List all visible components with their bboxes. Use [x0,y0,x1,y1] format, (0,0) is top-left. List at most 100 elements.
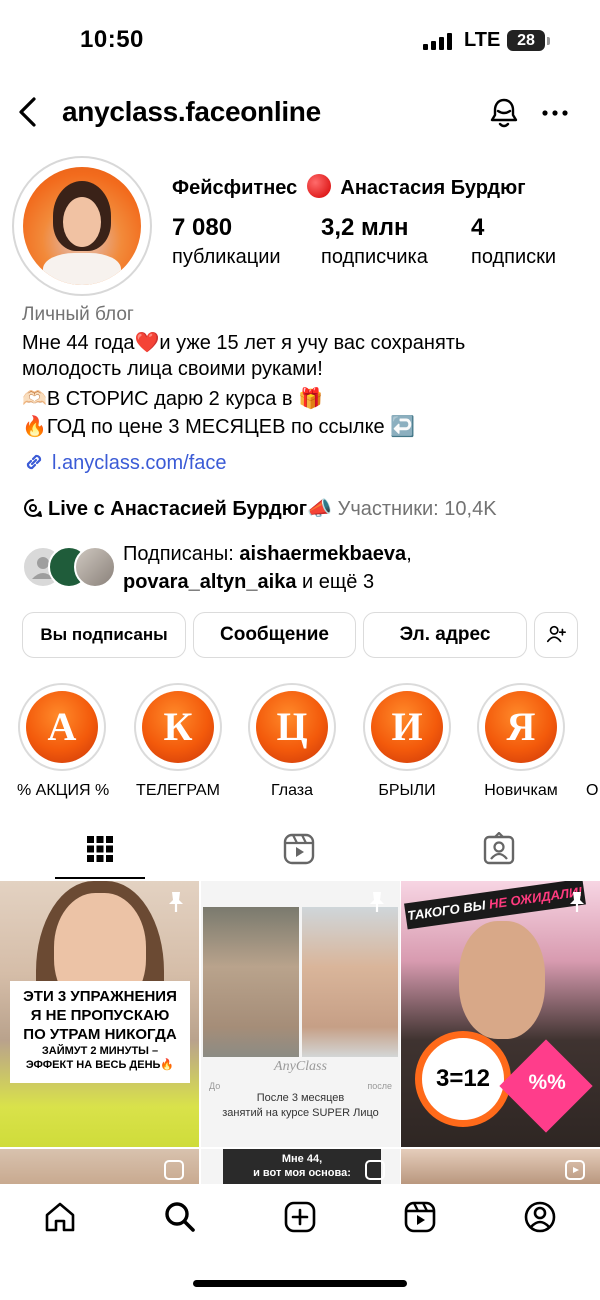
followed-by-user-2[interactable]: povara_altyn_aika [123,571,296,593]
highlight-label: Новичкам [484,782,558,799]
highlight-jowls[interactable]: И БРЫЛИ [362,683,452,800]
highlight-label: Глаза [270,782,314,799]
post-text-line: и вот моя основа: [253,1167,351,1179]
post-text-card: ЭТИ 3 УПРАЖНЕНИЯ Я НЕ ПРОПУСКАЮ ПО УТРАМ… [10,981,190,1083]
profile-username: anyclass.faceonline [62,96,321,127]
profile-tabs [0,826,600,880]
search-icon[interactable] [163,1200,197,1234]
post-equation: 3=12 [415,1031,511,1127]
followed-by-user-1[interactable]: aishaermekbaeva [239,543,406,565]
stat-followers-value: 3,2 млн [321,214,409,241]
active-tab-indicator [55,877,145,879]
bio-line-1: Мне 44 года❤️и уже 15 лет я учу вас сохр… [22,332,466,354]
reels-tab-icon[interactable] [282,832,316,866]
highlight-ring: Ц [248,683,336,771]
stat-following-value: 4 [471,214,485,241]
post-banner-text: ТАКОГО ВЫ [406,896,491,924]
mutual-avatar-3 [74,546,116,588]
tagged-icon[interactable] [482,832,516,866]
post-brand: AnyClass [274,1059,327,1074]
notification-bell-icon[interactable] [487,96,521,130]
highlight-cover: Ц [256,691,328,763]
post-text-card: Мне 44, и вот моя основа: [223,1149,381,1184]
highlight-beginners[interactable]: Я Новичкам [476,683,566,800]
status-time: 10:50 [80,26,144,53]
highlight-ring: К [134,683,222,771]
pin-icon [570,892,584,912]
back-icon[interactable] [14,94,44,130]
email-button[interactable]: Эл. адрес [363,612,527,658]
before-photo [203,907,299,1057]
post-tile[interactable]: AnyClass До после После 3 месяцев заняти… [201,881,400,1147]
profile-bio: Личный блог Мне 44 года❤️и уже 15 лет я … [22,304,582,442]
profile-name-part2: Анастасия Бурдюг [340,177,526,199]
bio-category: Личный блог [22,304,134,325]
post-text-line: ЗАЙМУТ 2 МИНУТЫ – [41,1045,159,1057]
highlight-cover: И [371,691,443,763]
reels-icon[interactable] [403,1200,437,1234]
stat-posts-value: 7 080 [172,214,233,241]
highlight-label: БРЫЛИ [378,782,436,799]
stat-posts[interactable]: 7 080 публикации [172,214,281,269]
add-person-button[interactable] [534,612,578,658]
home-icon[interactable] [43,1200,77,1234]
post-text-line: ЭТИ 3 УПРАЖНЕНИЯ [23,988,177,1005]
pin-icon [169,892,183,912]
live-broadcast-row[interactable]: Live с Анастасией Бурдюг📣 Участники: 10,… [22,496,497,521]
post-tile[interactable] [0,1149,199,1184]
avatar-photo [23,167,141,285]
highlight-telegram[interactable]: К ТЕЛЕГРАМ [133,683,223,800]
bottom-navigation [0,1184,600,1254]
post-tile[interactable] [401,1149,600,1184]
profile-icon[interactable] [523,1200,557,1234]
profile-avatar[interactable] [12,156,152,296]
reels-icon [164,1160,184,1180]
highlight-sale[interactable]: А % АКЦИЯ % [17,683,110,800]
after-label: после [367,1081,392,1091]
post-tile[interactable]: ТАКОГО ВЫ НЕ ОЖИДАЛИ! 3=12 %% [401,881,600,1147]
highlight-cover: К [142,691,214,763]
bio-link[interactable]: l.anyclass.com/face [22,450,227,475]
following-button[interactable]: Вы подписаны [22,612,186,658]
highlight-cover: А [26,691,98,763]
highlight-label: % АКЦИЯ % [17,782,110,799]
post-caption: После 3 месяцев занятий на курсе SUPER Л… [201,1091,400,1121]
stat-following[interactable]: 4 подписки [471,214,556,269]
post-text-line: ЭФФЕКТ НА ВЕСЬ ДЕНЬ🔥 [25,1059,175,1071]
followed-by-prefix: Подписаны: [123,543,240,565]
post-text-line: ПО УТРАМ НИКОГДА [23,1026,177,1043]
highlight-ring: Я [477,683,565,771]
post-text-line: Я НЕ ПРОПУСКАЮ [30,1007,170,1024]
post-tile[interactable]: Мне 44, и вот моя основа: [201,1149,400,1184]
home-indicator[interactable] [193,1280,407,1287]
followed-by-suffix: и ещё 3 [296,571,375,593]
more-icon[interactable] [540,98,570,128]
add-person-icon [546,625,566,643]
bio-line-3: 🫶🏻В СТОРИС дарю 2 курса в 🎁 [22,388,323,410]
followed-by-separator: , [406,543,412,565]
post-caption-line: занятий на курсе SUPER Лицо [222,1107,379,1119]
before-label: До [209,1081,221,1091]
signal-icon [423,32,455,50]
link-icon [26,454,42,470]
reels-icon [565,1160,585,1180]
grid-icon[interactable] [83,832,117,866]
message-button[interactable]: Сообщение [193,612,356,658]
stat-followers-label: подписчика [321,246,428,268]
stat-followers[interactable]: 3,2 млн подписчика [321,214,428,269]
mutual-followers-avatars[interactable] [22,546,116,588]
bio-line-2: молодость лица своими руками! [22,358,323,380]
highlight-ring: А [18,683,106,771]
live-participants: Участники: 10,4K [337,498,497,520]
highlight-label: ТЕЛЕГРАМ [136,782,220,799]
after-photo [302,907,398,1057]
red-circle-icon [306,174,331,198]
network-label: LTE [464,29,501,51]
followed-by-text[interactable]: Подписаны: aishaermekbaeva, povara_altyn… [123,540,412,596]
highlight-eyes[interactable]: Ц Глаза [247,683,337,800]
post-tile[interactable]: ЭТИ 3 УПРАЖНЕНИЯ Я НЕ ПРОПУСКАЮ ПО УТРАМ… [0,881,199,1147]
create-icon[interactable] [283,1200,317,1234]
post-text-line: Мне 44, [281,1153,323,1165]
highlight-partial[interactable]: О [586,683,600,800]
bio-line-4: 🔥ГОД по цене 3 МЕСЯЦЕВ по ссылке ↩️ [22,416,416,438]
